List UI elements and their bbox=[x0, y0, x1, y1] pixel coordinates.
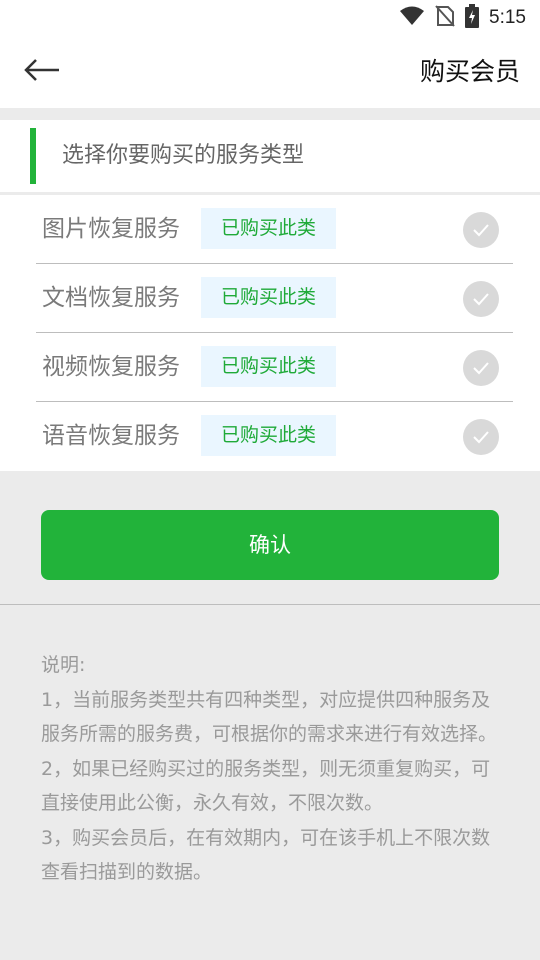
section-header: 选择你要购买的服务类型 bbox=[0, 120, 540, 192]
status-bar: 5:15 bbox=[0, 0, 540, 36]
purchased-badge: 已购买此类 bbox=[201, 208, 336, 249]
purchased-badge: 已购买此类 bbox=[201, 277, 336, 318]
check-circle-icon[interactable] bbox=[463, 212, 499, 248]
back-button[interactable] bbox=[22, 54, 62, 90]
service-name: 视频恢复服务 bbox=[42, 354, 180, 380]
notes-line: 3，购买会员后，在有效期内，可在该手机上不限次数查看扫描到的数据。 bbox=[41, 826, 491, 884]
service-item-audio[interactable]: 语音恢复服务 已购买此类 bbox=[36, 402, 513, 471]
status-time: 5:15 bbox=[489, 7, 526, 28]
purchased-badge: 已购买此类 bbox=[201, 346, 336, 387]
notes-line: 2，如果已经购买过的服务类型，则无须重复购买，可直接使用此公衡，永久有效，不限次… bbox=[41, 757, 491, 815]
notes-line: 1，当前服务类型共有四种类型，对应提供四种服务及服务所需的服务费，可根据你的需求… bbox=[41, 688, 498, 746]
confirm-button[interactable]: 确认 bbox=[41, 510, 499, 580]
service-item-document[interactable]: 文档恢复服务 已购买此类 bbox=[36, 264, 513, 333]
section-accent-bar bbox=[30, 128, 36, 184]
service-list: 图片恢复服务 已购买此类 文档恢复服务 已购买此类 视频恢复服务 已购买此类 语… bbox=[0, 195, 540, 471]
purchased-badge: 已购买此类 bbox=[201, 415, 336, 456]
page-title: 购买会员 bbox=[419, 57, 520, 86]
service-item-video[interactable]: 视频恢复服务 已购买此类 bbox=[36, 333, 513, 402]
check-circle-icon[interactable] bbox=[463, 281, 499, 317]
notes-heading: 说明: bbox=[41, 654, 86, 676]
battery-charging-icon bbox=[465, 4, 480, 32]
check-circle-icon[interactable] bbox=[463, 350, 499, 386]
notes-section: 说明: 1，当前服务类型共有四种类型，对应提供四种服务及服务所需的服务费，可根据… bbox=[41, 648, 501, 890]
arrow-left-icon bbox=[24, 59, 60, 85]
service-name: 图片恢复服务 bbox=[42, 216, 180, 242]
status-icons: 5:15 bbox=[399, 4, 526, 32]
check-circle-icon[interactable] bbox=[463, 419, 499, 455]
service-name: 语音恢复服务 bbox=[42, 423, 180, 449]
divider bbox=[0, 604, 540, 605]
app-header: 购买会员 bbox=[0, 36, 540, 108]
service-name: 文档恢复服务 bbox=[42, 285, 180, 311]
wifi-icon bbox=[399, 6, 425, 30]
service-item-image[interactable]: 图片恢复服务 已购买此类 bbox=[36, 195, 513, 264]
no-sim-icon bbox=[435, 5, 455, 31]
section-title: 选择你要购买的服务类型 bbox=[62, 143, 305, 168]
